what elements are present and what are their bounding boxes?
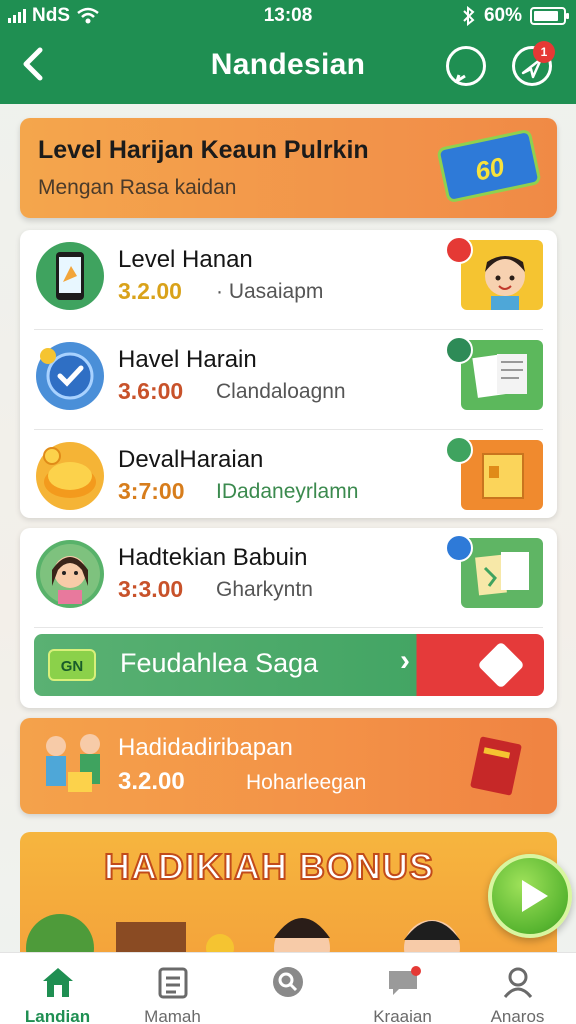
clock-badge-icon bbox=[445, 436, 473, 464]
search-icon bbox=[273, 967, 303, 997]
promo-title: Hadidadiribapan bbox=[118, 734, 293, 761]
nav-search[interactable] bbox=[230, 953, 345, 1024]
home-icon bbox=[43, 968, 73, 997]
phone-icon bbox=[36, 242, 104, 310]
nav-tasks[interactable]: Mamah bbox=[115, 953, 230, 1024]
status-bar: NdS 13:08 60% bbox=[0, 0, 576, 32]
task-points: 3.6:00 bbox=[118, 378, 184, 404]
nav-label: Anaros bbox=[490, 1007, 545, 1024]
task-name: Hadtekian Babuin bbox=[118, 544, 308, 571]
play-button[interactable] bbox=[488, 854, 572, 938]
bonus-banner[interactable]: HADIKIAH BONUS bbox=[20, 832, 557, 952]
profile-icon bbox=[503, 967, 533, 998]
task-name: Havel Harain bbox=[118, 346, 257, 373]
battery-percent: 60% bbox=[483, 5, 522, 26]
row-divider bbox=[34, 627, 543, 628]
task-points: 3:7:00 bbox=[118, 478, 185, 504]
task-points: 3:3.00 bbox=[118, 576, 184, 602]
cta-tag: GN bbox=[48, 649, 96, 681]
people-illustration-icon bbox=[46, 734, 100, 792]
task-desc: Clandaloagnn bbox=[216, 380, 346, 403]
battery-icon bbox=[530, 7, 569, 25]
box-icon bbox=[461, 440, 543, 510]
task-points: 3.2.00 bbox=[118, 278, 182, 304]
bottom-navigation: Landian Mamah Kraaian Anaros bbox=[0, 952, 576, 1024]
task-name: DevalHaraian bbox=[118, 446, 264, 473]
boy-avatar-icon bbox=[461, 240, 543, 310]
task-desc: IDadaneyrlamn bbox=[216, 480, 359, 503]
page-title: Nandesian bbox=[210, 48, 366, 81]
gold-coin-icon bbox=[36, 442, 104, 510]
notification-button[interactable]: 1 bbox=[512, 41, 555, 86]
chat-button[interactable] bbox=[446, 46, 486, 86]
task-row[interactable]: DevalHaraian 3:7:00 IDadaneyrlamn bbox=[20, 430, 557, 530]
map-cards-icon bbox=[461, 538, 543, 608]
bonus-illustration-icon bbox=[26, 914, 460, 952]
chat-icon bbox=[389, 966, 421, 995]
nav-label: Kraaian bbox=[373, 1007, 432, 1024]
daily-level-banner[interactable]: Level Harijan Keaun Pulrkin Mengan Rasa … bbox=[20, 118, 557, 218]
clipboard-icon bbox=[158, 967, 188, 999]
notification-badge: 1 bbox=[533, 41, 555, 63]
task-name: Level Hanan bbox=[118, 246, 253, 273]
nav-label: Mamah bbox=[144, 1007, 201, 1024]
nav-label: Landian bbox=[24, 1007, 91, 1024]
task-row[interactable]: Havel Harain 3.6:00 Clandaloagnn bbox=[20, 330, 557, 430]
promo-desc: Hoharleegan bbox=[246, 771, 367, 794]
document-icon bbox=[461, 340, 543, 410]
nav-chat[interactable]: Kraaian bbox=[345, 953, 460, 1024]
chat-bubble-icon bbox=[454, 74, 466, 83]
girl-avatar-icon bbox=[36, 540, 104, 608]
banner-subtitle: Mengan Rasa kaidan bbox=[38, 176, 237, 199]
task-list-card: Level Hanan 3.2.00 · Uasaiapm Havel Hara… bbox=[20, 230, 557, 518]
ticket-badge-icon: 60 bbox=[436, 128, 542, 204]
gift-box-icon bbox=[477, 641, 525, 689]
promo-points: 3.2.00 bbox=[118, 768, 185, 795]
app-header: NdS 13:08 60% Nandesian 1 bbox=[0, 0, 576, 104]
task-list-card-2: Hadtekian Babuin 3:3.00 Gharkyntn GN Feu… bbox=[20, 528, 557, 708]
bonus-title: HADIKIAH BONUS bbox=[103, 845, 435, 888]
saga-button[interactable]: GN Feudahlea Saga › bbox=[34, 634, 544, 696]
leaf-badge-icon bbox=[445, 336, 473, 364]
bluetooth-icon bbox=[463, 6, 475, 26]
task-desc: Gharkyntn bbox=[216, 578, 313, 601]
promo-card[interactable]: Hadidadiribapan 3.2.00 Hoharleegan bbox=[20, 718, 557, 814]
gift-badge-icon bbox=[445, 236, 473, 264]
task-row[interactable]: Hadtekian Babuin 3:3.00 Gharkyntn bbox=[20, 528, 557, 628]
chevron-right-icon: › bbox=[400, 644, 410, 677]
lock-badge-icon bbox=[445, 534, 473, 562]
task-row[interactable]: Level Hanan 3.2.00 · Uasaiapm bbox=[20, 230, 557, 330]
task-desc: · Uasaiapm bbox=[216, 280, 324, 303]
cta-label: Feudahlea Saga bbox=[120, 648, 319, 678]
banner-title: Level Harijan Keaun Pulrkin bbox=[38, 136, 369, 164]
nav-profile[interactable]: Anaros bbox=[460, 953, 575, 1024]
nav-home[interactable]: Landian bbox=[0, 953, 115, 1024]
red-book-icon bbox=[470, 736, 522, 796]
check-badge-icon bbox=[36, 342, 104, 410]
